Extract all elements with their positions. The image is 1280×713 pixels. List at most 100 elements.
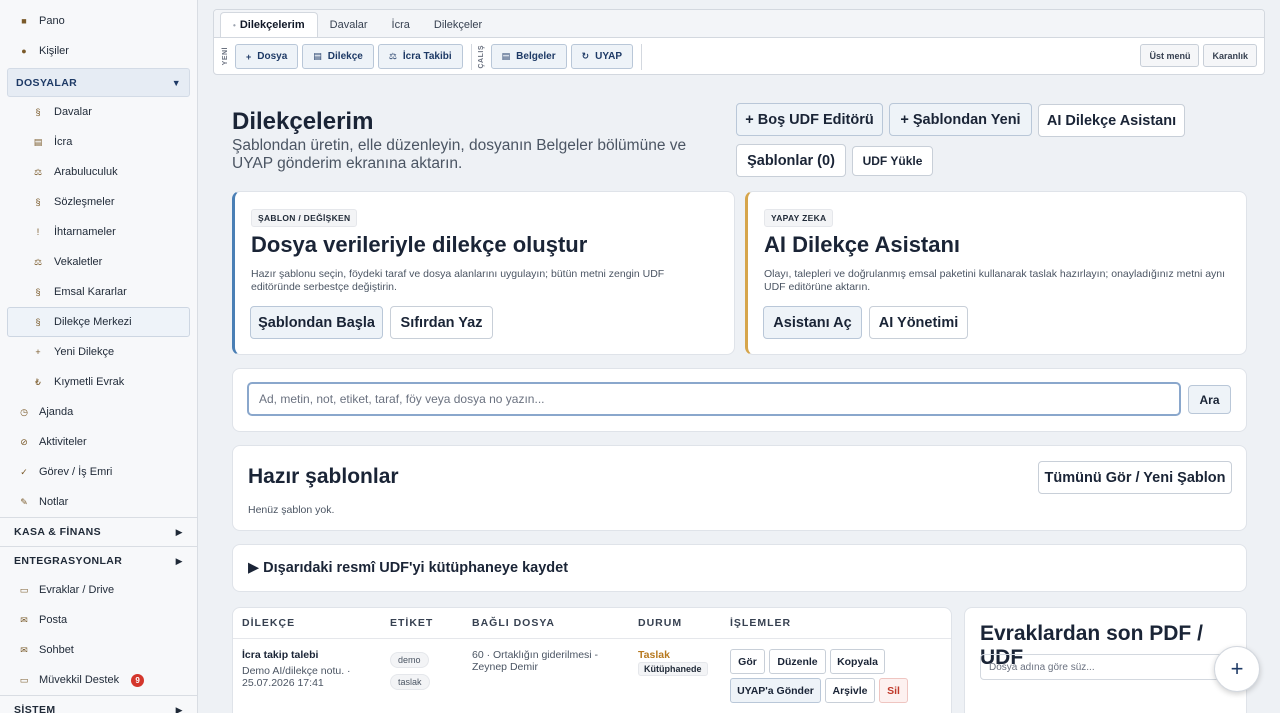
new-icra-takibi-button[interactable]: ⚖ İcra Takibi (377, 44, 463, 69)
sidebar-item-label: Ajanda (39, 406, 74, 418)
row-note: Demo AI/dilekçe notu. · 25.07.2026 17:41 (242, 665, 351, 689)
sidebar-item-aktiviteler[interactable]: ⊘ Aktiviteler (0, 427, 197, 457)
sidebar-item-label: Dilekçe Merkezi (54, 316, 132, 328)
sidebar-item-i-htarnameler[interactable]: ! İhtarnameler (0, 217, 197, 247)
chevron-down-icon: ▼ (171, 77, 181, 88)
sidebar-item-i-cra[interactable]: ▤ İcra (0, 127, 197, 157)
new-from-template-button[interactable]: + Şablondan Yeni (889, 103, 1032, 136)
sidebar-item-vekaletler[interactable]: ⚖ Vekaletler (0, 247, 197, 277)
sidebar-item-müvekkil-destek[interactable]: ▭ Müvekkil Destek 9 (0, 665, 197, 695)
archive-button[interactable]: Arşivle (825, 678, 875, 703)
chevron-right-icon: ▶ (175, 555, 183, 566)
search-button[interactable]: Ara (1188, 385, 1231, 414)
sidebar-item-emsal-kararlar[interactable]: § Emsal Kararlar (0, 277, 197, 307)
ai-management-button[interactable]: AI Yönetimi (869, 306, 968, 339)
sidebar-item-sözleşmeler[interactable]: § Sözleşmeler (0, 187, 197, 217)
section-icon: § (35, 107, 41, 117)
new-dosya-button[interactable]: + Dosya (235, 44, 299, 69)
template-card: ŞABLON / DEĞİŞKEN Dosya verileriyle dile… (232, 191, 735, 355)
document-icon: ▤ (313, 51, 322, 61)
tab-dilekcelerim[interactable]: • Dilekçelerim (220, 12, 318, 37)
open-assistant-button[interactable]: Asistanı Aç (763, 306, 862, 339)
row-linked-file[interactable]: 60 · Ortaklığın giderilmesi - Zeynep Dem… (472, 649, 622, 673)
sidebar-item-posta[interactable]: ✉ Posta (0, 605, 197, 635)
sidebar-item-label: Aktiviteler (39, 436, 87, 448)
column-header-etiket: ETİKET (390, 617, 434, 629)
sidebar-item-sohbet[interactable]: ✉ Sohbet (0, 635, 197, 665)
document-icon: ▤ (501, 51, 511, 61)
label-new: YENİ (222, 47, 229, 66)
sidebar-item-label: Emsal Kararlar (54, 286, 127, 298)
edit-button[interactable]: Düzenle (769, 649, 826, 674)
toolbar-right: Üst menü Karanlık (1136, 44, 1257, 67)
templates-button[interactable]: Şablonlar (0) (736, 144, 846, 177)
send-to-uyap-button[interactable]: UYAP'a Gönder (730, 678, 821, 703)
sidebar-item-label: Notlar (39, 496, 69, 508)
copy-button[interactable]: Kopyala (830, 649, 885, 674)
sidebar-section-entegrasyonlar[interactable]: ENTEGRASYONLAR ▶ (0, 546, 197, 575)
pencil-icon: ✎ (20, 496, 28, 507)
tab-icra[interactable]: İcra (380, 13, 422, 37)
dark-mode-button[interactable]: Karanlık (1203, 44, 1257, 67)
sidebar-item-görev-i-ş-emri[interactable]: ✓ Görev / İş Emri (0, 457, 197, 487)
row-tag-demo: demo (390, 650, 429, 668)
save-external-udf-panel[interactable]: ▶ Dışarıdaki resmî UDF'yi kütüphaneye ka… (232, 544, 1247, 592)
start-from-template-button[interactable]: Şablondan Başla (250, 306, 383, 339)
sidebar-item-label: Evraklar / Drive (39, 584, 115, 596)
sidebar-item-kişiler[interactable]: ● Kişiler (0, 36, 197, 66)
sidebar-item-notlar[interactable]: ✎ Notlar (0, 487, 197, 517)
lira-icon: ₺ (35, 376, 41, 387)
save-external-udf-toggle[interactable]: ▶ Dışarıdaki resmî UDF'yi kütüphaneye ka… (248, 560, 568, 576)
column-header-bagli-dosya: BAĞLI DOSYA (472, 617, 555, 629)
top-toolbar: • Dilekçelerim Davalar İcra Dilekçeler YE… (213, 9, 1265, 75)
belgeler-button[interactable]: ▤ Belgeler (490, 44, 567, 69)
ai-assistant-button[interactable]: AI Dilekçe Asistanı (1038, 104, 1185, 137)
support-icon: ▭ (19, 674, 29, 685)
all-templates-button[interactable]: Tümünü Gör / Yeni Şablon (1038, 461, 1232, 494)
sidebar-item-label: Yeni Dilekçe (54, 346, 115, 358)
sidebar-item-label: İcra (54, 136, 73, 148)
notification-badge: 9 (131, 673, 145, 687)
sidebar-section-sistem[interactable]: SİSTEM ▶ (0, 695, 197, 713)
clock-icon: ◷ (20, 406, 28, 417)
sidebar-item-arabuluculuk[interactable]: ⚖ Arabuluculuk (0, 157, 197, 187)
new-dilekce-button[interactable]: ▤ Dilekçe (302, 44, 374, 69)
row-title[interactable]: İcra takip talebi (242, 649, 318, 661)
sidebar-item-label: İhtarnameler (54, 226, 116, 238)
sidebar-item-pano[interactable]: ■ Pano (0, 6, 197, 36)
sidebar-item-yeni-dilekçe[interactable]: + Yeni Dilekçe (0, 337, 197, 367)
templates-empty-text: Henüz şablon yok. (248, 504, 335, 516)
page-subtitle: Şablondan üretin, elle düzenleyin, dosya… (232, 137, 687, 172)
column-header-durum: DURUM (638, 617, 683, 629)
column-header-islemler: İŞLEMLER (730, 617, 792, 629)
sidebar: ■ Pano ● Kişiler DOSYALAR ▼ § Davalar ▤ İcra ⚖ A… (0, 0, 198, 713)
section-icon: § (35, 287, 41, 297)
view-button[interactable]: Gör (730, 649, 765, 674)
template-card-desc: Hazır şablonu seçin, föydeki taraf ve do… (251, 268, 665, 293)
sidebar-item-kıymetli-evrak[interactable]: ₺ Kıymetli Evrak (0, 367, 197, 397)
new-empty-udf-button[interactable]: + Boş UDF Editörü (736, 103, 883, 136)
label-work: ÇALIŞ (477, 44, 485, 69)
tab-dilekceler[interactable]: Dilekçeler (422, 13, 494, 37)
sidebar-item-ajanda[interactable]: ◷ Ajanda (0, 397, 197, 427)
sidebar-section-dosyalar[interactable]: DOSYALAR ▼ (7, 68, 190, 97)
tab-davalar[interactable]: Davalar (318, 13, 380, 37)
ai-card: YAPAY ZEKA AI Dilekçe Asistanı Olayı, ta… (745, 191, 1247, 355)
udf-upload-button[interactable]: UDF Yükle (852, 146, 933, 176)
search-input[interactable]: Ad, metin, not, etiket, taraf, föy veya … (247, 382, 1181, 416)
fab-add-button[interactable]: + (1214, 646, 1260, 692)
folder-icon: ▭ (19, 584, 29, 595)
sidebar-item-label: Vekaletler (54, 256, 103, 268)
ust-menu-button[interactable]: Üst menü (1140, 44, 1200, 67)
sidebar-item-evraklar-drive[interactable]: ▭ Evraklar / Drive (0, 575, 197, 605)
sidebar-item-label: Arabuluculuk (54, 166, 118, 178)
uyap-button[interactable]: ↻ UYAP (570, 44, 634, 69)
sidebar-section-kasa[interactable]: KASA & FİNANS ▶ (0, 517, 197, 546)
sidebar-item-dilekçe-merkezi[interactable]: § Dilekçe Merkezi (7, 307, 190, 337)
recent-filter-input[interactable]: Dosya adına göre süz... (980, 654, 1232, 680)
people-icon: ● (21, 46, 27, 56)
delete-button[interactable]: Sil (879, 678, 908, 703)
sidebar-item-davalar[interactable]: § Davalar (0, 97, 197, 127)
sidebar-item-label: Müvekkil Destek (39, 674, 120, 686)
write-from-scratch-button[interactable]: Sıfırdan Yaz (390, 306, 493, 339)
